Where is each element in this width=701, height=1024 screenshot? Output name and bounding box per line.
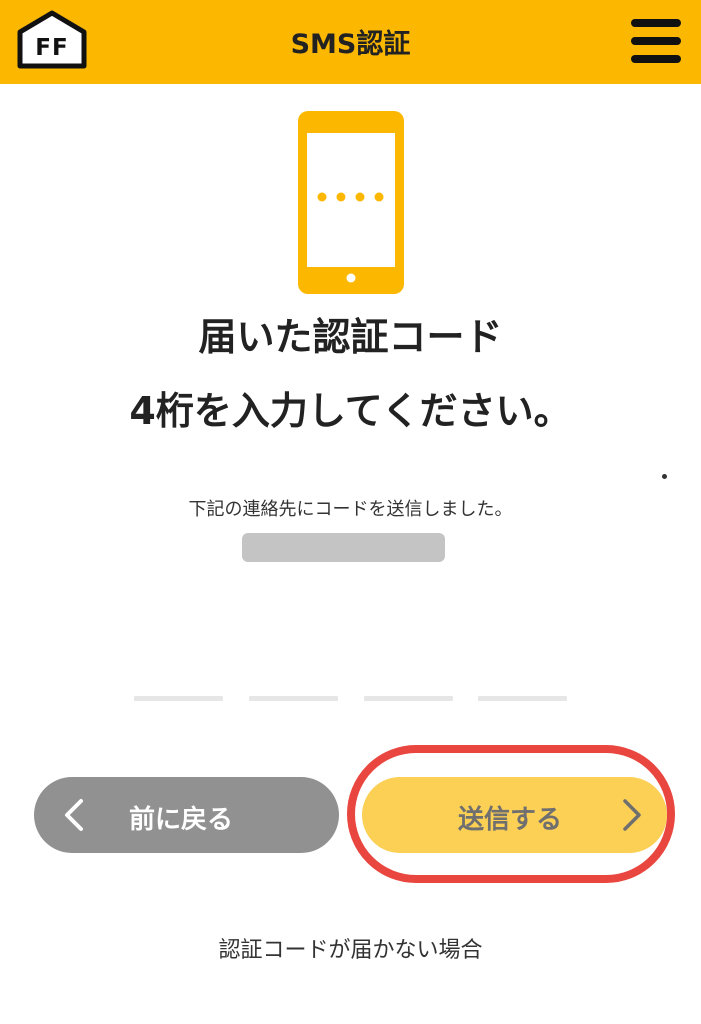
instruction-heading-line1: 届いた認証コード [198, 315, 503, 359]
stray-dot [662, 474, 667, 479]
instruction-heading-line2: 4桁を入力してください。 [129, 389, 572, 433]
code-digit-input-3[interactable] [364, 696, 453, 701]
send-button-label: 送信する [458, 805, 563, 835]
chevron-left-icon [65, 799, 83, 831]
smartphone-icon [298, 111, 404, 294]
back-button[interactable]: 前に戻る [34, 777, 339, 853]
code-digit-input-1[interactable] [134, 696, 223, 701]
send-button[interactable]: 送信する [362, 777, 667, 853]
code-digit-input-2[interactable] [249, 696, 338, 701]
page-title: SMS認証 [290, 29, 411, 60]
app-header: FF SMS認証 [0, 0, 701, 84]
hamburger-menu-icon[interactable] [631, 17, 681, 65]
chevron-right-icon [623, 799, 641, 831]
code-not-received-link[interactable]: 認証コードが届かない場合 [0, 932, 701, 964]
sms-verification-page: FF SMS認証 届いた認証コード 4桁を入力してください。 下記の連絡先にコー… [0, 0, 701, 1024]
sent-note: 下記の連絡先にコードを送信しました。 [188, 499, 513, 520]
back-button-label: 前に戻る [129, 805, 234, 835]
code-digit-input-4[interactable] [478, 696, 567, 701]
masked-contact-info [242, 533, 445, 562]
